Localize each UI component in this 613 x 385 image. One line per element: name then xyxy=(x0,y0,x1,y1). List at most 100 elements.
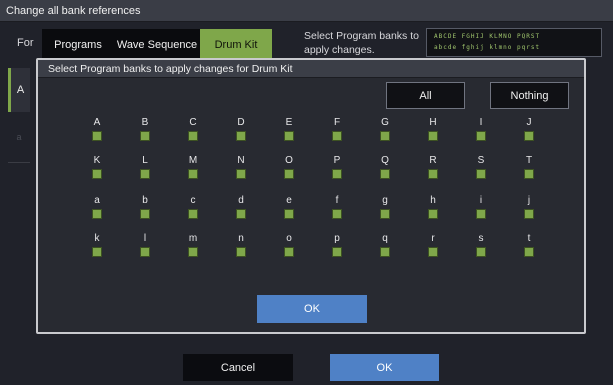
bank-checkbox[interactable] xyxy=(236,209,246,219)
bank-checkbox-item[interactable]: C xyxy=(181,117,205,149)
bank-checkbox-item[interactable]: l xyxy=(133,233,157,265)
bank-checkbox-item[interactable]: A xyxy=(85,117,109,149)
bank-checkbox-item[interactable]: R xyxy=(421,155,445,187)
dialog-ok-button[interactable]: OK xyxy=(257,295,367,323)
bank-checkbox[interactable] xyxy=(284,131,294,141)
bank-checkbox[interactable] xyxy=(236,247,246,257)
bank-checkbox-item[interactable]: n xyxy=(229,233,253,265)
bank-checkbox-item[interactable]: H xyxy=(421,117,445,149)
bank-checkbox[interactable] xyxy=(428,169,438,179)
bank-checkbox[interactable] xyxy=(284,247,294,257)
bank-label: M xyxy=(188,155,198,166)
tab-drum-kit[interactable]: Drum Kit xyxy=(200,29,272,60)
bank-label: H xyxy=(429,117,437,128)
cancel-button[interactable]: Cancel xyxy=(183,354,293,381)
bank-checkbox[interactable] xyxy=(188,169,198,179)
bank-checkbox-item[interactable]: d xyxy=(229,195,253,227)
bank-checkbox[interactable] xyxy=(524,169,534,179)
bank-checkbox-item[interactable]: j xyxy=(517,195,541,227)
bank-checkbox-item[interactable]: M xyxy=(181,155,205,187)
bank-checkbox-item[interactable]: a xyxy=(85,195,109,227)
bank-checkbox[interactable] xyxy=(332,247,342,257)
bank-checkbox-item[interactable]: B xyxy=(133,117,157,149)
bank-checkbox[interactable] xyxy=(380,209,390,219)
bank-checkbox-item[interactable]: i xyxy=(469,195,493,227)
bank-label: F xyxy=(333,117,341,128)
ok-button[interactable]: OK xyxy=(330,354,439,381)
bank-checkbox[interactable] xyxy=(380,247,390,257)
bank-label: p xyxy=(334,233,340,244)
bank-checkbox-item[interactable]: m xyxy=(181,233,205,265)
bank-checkbox[interactable] xyxy=(188,247,198,257)
bank-checkbox[interactable] xyxy=(284,169,294,179)
bank-checkbox-item[interactable]: L xyxy=(133,155,157,187)
bank-checkbox-item[interactable]: K xyxy=(85,155,109,187)
bank-checkbox[interactable] xyxy=(476,247,486,257)
title-bar: Change all bank references xyxy=(0,0,613,22)
bank-label: j xyxy=(527,195,531,206)
bank-checkbox[interactable] xyxy=(92,131,102,141)
bank-checkbox[interactable] xyxy=(236,131,246,141)
bank-checkbox[interactable] xyxy=(428,247,438,257)
bank-checkbox[interactable] xyxy=(188,131,198,141)
bank-checkbox-item[interactable]: c xyxy=(181,195,205,227)
bank-checkbox[interactable] xyxy=(476,131,486,141)
bank-checkbox[interactable] xyxy=(188,209,198,219)
bank-checkbox[interactable] xyxy=(476,209,486,219)
bank-checkbox-item[interactable]: e xyxy=(277,195,301,227)
bank-checkbox[interactable] xyxy=(332,131,342,141)
for-label: For xyxy=(17,37,34,49)
tab-programs[interactable]: Programs xyxy=(42,29,114,60)
bank-checkbox[interactable] xyxy=(476,169,486,179)
bank-checkbox-item[interactable]: P xyxy=(325,155,349,187)
bank-checkbox[interactable] xyxy=(92,169,102,179)
bank-checkbox-item[interactable]: E xyxy=(277,117,301,149)
bank-checkbox[interactable] xyxy=(140,169,150,179)
bank-checkbox-item[interactable]: k xyxy=(85,233,109,265)
sidebar-item-b[interactable]: a xyxy=(8,112,30,162)
bank-checkbox-item[interactable]: D xyxy=(229,117,253,149)
bank-checkbox[interactable] xyxy=(332,169,342,179)
bank-checkbox[interactable] xyxy=(524,131,534,141)
bank-checkbox-item[interactable]: N xyxy=(229,155,253,187)
bank-checkbox-item[interactable]: p xyxy=(325,233,349,265)
bank-checkbox-item[interactable]: g xyxy=(373,195,397,227)
bank-label: l xyxy=(143,233,147,244)
bank-checkbox-item[interactable]: q xyxy=(373,233,397,265)
bank-checkbox-item[interactable]: r xyxy=(421,233,445,265)
bank-checkbox[interactable] xyxy=(380,169,390,179)
bank-checkbox[interactable] xyxy=(236,169,246,179)
bank-checkbox-item[interactable]: T xyxy=(517,155,541,187)
bank-checkbox-item[interactable]: O xyxy=(277,155,301,187)
bank-checkbox-item[interactable]: b xyxy=(133,195,157,227)
bank-checkbox-item[interactable]: h xyxy=(421,195,445,227)
bank-checkbox-item[interactable]: S xyxy=(469,155,493,187)
bank-checkbox-item[interactable]: G xyxy=(373,117,397,149)
bank-checkbox-item[interactable]: Q xyxy=(373,155,397,187)
bank-checkbox[interactable] xyxy=(284,209,294,219)
bank-checkbox[interactable] xyxy=(140,131,150,141)
bank-checkbox[interactable] xyxy=(428,209,438,219)
bank-checkbox[interactable] xyxy=(140,209,150,219)
bank-checkbox-item[interactable]: s xyxy=(469,233,493,265)
bank-checkbox[interactable] xyxy=(92,209,102,219)
bank-checkbox[interactable] xyxy=(524,209,534,219)
nothing-button[interactable]: Nothing xyxy=(490,82,569,109)
bank-checkbox-item[interactable]: o xyxy=(277,233,301,265)
sidebar-item-a[interactable]: A xyxy=(8,68,30,112)
bank-checkbox[interactable] xyxy=(332,209,342,219)
bank-checkbox[interactable] xyxy=(380,131,390,141)
bank-checkbox[interactable] xyxy=(140,247,150,257)
bank-checkbox-item[interactable]: I xyxy=(469,117,493,149)
bank-label: O xyxy=(285,155,293,166)
bank-checkbox-item[interactable]: F xyxy=(325,117,349,149)
tab-wave-sequence[interactable]: Wave Sequence xyxy=(114,29,200,60)
all-button[interactable]: All xyxy=(386,82,465,109)
bank-checkbox[interactable] xyxy=(524,247,534,257)
bank-label: o xyxy=(286,233,292,244)
bank-checkbox-item[interactable]: J xyxy=(517,117,541,149)
bank-checkbox[interactable] xyxy=(428,131,438,141)
bank-checkbox[interactable] xyxy=(92,247,102,257)
bank-checkbox-item[interactable]: t xyxy=(517,233,541,265)
bank-checkbox-item[interactable]: f xyxy=(325,195,349,227)
